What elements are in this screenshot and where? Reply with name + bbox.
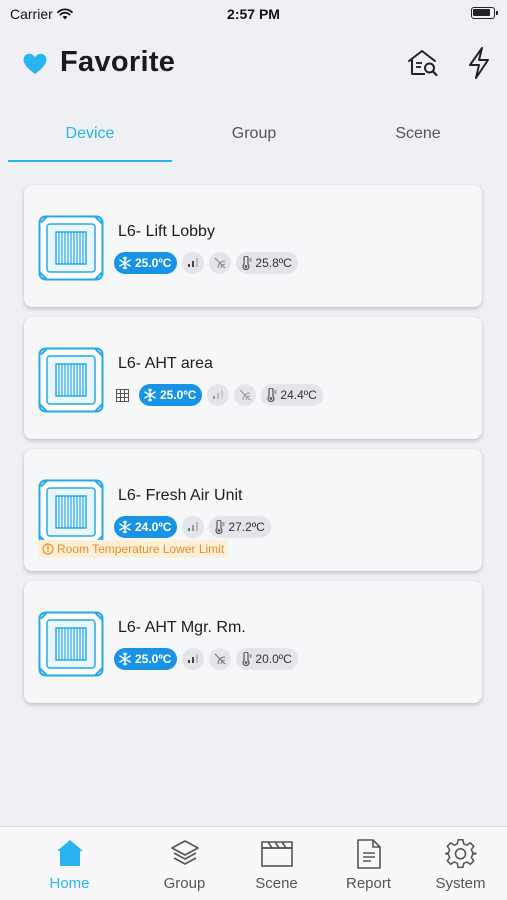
fan-speed-icon [213, 390, 224, 399]
fan-speed-chip [182, 252, 205, 274]
thermometer-icon [242, 652, 252, 666]
gear-icon [444, 838, 477, 869]
bottom-nav: Home Group Scene Report System [0, 826, 507, 900]
device-status-chips: 24.0ºC 27.2ºC [114, 515, 271, 539]
cassette-ac-icon [38, 215, 104, 281]
fan-speed-chip [182, 648, 205, 670]
snowflake-icon [119, 256, 131, 270]
room-temp-value: 27.2ºC [228, 520, 265, 534]
heart-icon [23, 53, 47, 74]
nav-home-label: Home [49, 875, 90, 892]
page-title: Favorite [60, 46, 176, 78]
house-search-icon [408, 50, 438, 77]
tab-device[interactable]: Device [8, 112, 172, 156]
grid-icon [114, 387, 130, 403]
nav-scene-label: Scene [255, 875, 298, 892]
room-temp-chip: 20.0ºC [236, 648, 298, 670]
status-time: 2:57 PM [227, 6, 280, 22]
fan-speed-icon [188, 522, 199, 531]
setpoint-value: 25.0ºC [135, 652, 172, 666]
device-card[interactable]: L6- Fresh Air Unit 24.0ºC 27.2ºC Room Te… [24, 449, 482, 571]
cassette-ac-icon [38, 479, 104, 545]
house-search-button[interactable] [404, 44, 442, 82]
status-bar: Carrier 2:57 PM [0, 0, 507, 28]
swing-chip [234, 384, 257, 406]
thermometer-icon [267, 388, 277, 402]
home-icon [56, 840, 83, 866]
layers-icon [170, 840, 199, 865]
device-status-chips: 25.0ºC 24.4ºC [114, 383, 323, 407]
swing-icon [214, 653, 226, 665]
alarm-badge: Room Temperature Lower Limit [38, 540, 229, 558]
room-temp-chip: 27.2ºC [209, 516, 271, 538]
device-status-chips: 25.0ºC 25.8ºC [114, 251, 298, 275]
swing-icon [239, 389, 251, 401]
snowflake-icon [119, 652, 131, 666]
nav-report[interactable]: Report [318, 827, 419, 900]
device-status-chips: 25.0ºC 20.0ºC [114, 647, 298, 671]
tab-scene[interactable]: Scene [336, 112, 500, 156]
snowflake-icon [119, 520, 131, 534]
room-temp-value: 24.4ºC [280, 388, 317, 402]
swing-icon [214, 257, 226, 269]
lightning-button[interactable] [460, 44, 498, 82]
battery-icon [471, 7, 498, 19]
setpoint-chip: 24.0ºC [114, 516, 178, 538]
tab-bar: Device Group Scene [8, 112, 500, 164]
cassette-ac-icon [38, 347, 104, 413]
nav-scene[interactable]: Scene [226, 827, 327, 900]
alarm-text: Room Temperature Lower Limit [57, 542, 225, 556]
swing-chip [209, 648, 232, 670]
fan-speed-icon [188, 654, 199, 663]
device-name: L6- AHT area [118, 355, 213, 372]
room-temp-chip: 24.4ºC [261, 384, 323, 406]
nav-system[interactable]: System [410, 827, 507, 900]
fan-speed-chip [207, 384, 230, 406]
device-name: L6- Fresh Air Unit [118, 487, 243, 504]
nav-home[interactable]: Home [19, 827, 120, 900]
thermometer-icon [242, 256, 252, 270]
device-card[interactable]: L6- Lift Lobby 25.0ºC 25.8ºC [24, 185, 482, 307]
room-temp-chip: 25.8ºC [236, 252, 298, 274]
thermometer-icon [215, 520, 225, 534]
swing-chip [209, 252, 232, 274]
setpoint-value: 24.0ºC [135, 520, 172, 534]
setpoint-chip: 25.0ºC [139, 384, 203, 406]
warning-icon [42, 543, 54, 555]
device-card[interactable]: L6- AHT Mgr. Rm. 25.0ºC 20.0ºC [24, 581, 482, 703]
setpoint-value: 25.0ºC [160, 388, 197, 402]
nav-group[interactable]: Group [134, 827, 235, 900]
clapperboard-icon [260, 841, 293, 867]
setpoint-value: 25.0ºC [135, 256, 172, 270]
nav-group-label: Group [163, 875, 206, 892]
active-tab-indicator [8, 160, 172, 162]
setpoint-chip: 25.0ºC [114, 252, 178, 274]
nav-report-label: Report [345, 875, 392, 892]
fan-speed-chip [182, 516, 205, 538]
room-temp-value: 25.8ºC [255, 256, 292, 270]
room-temp-value: 20.0ºC [255, 652, 292, 666]
device-card[interactable]: L6- AHT area 25.0ºC 24.4ºC [24, 317, 482, 439]
page-header: Favorite [0, 40, 507, 88]
nav-system-label: System [435, 875, 486, 892]
tab-group[interactable]: Group [172, 112, 336, 156]
lightning-icon [469, 47, 489, 79]
setpoint-chip: 25.0ºC [114, 648, 178, 670]
snowflake-icon [144, 388, 156, 402]
device-name: L6- AHT Mgr. Rm. [118, 619, 246, 636]
document-icon [356, 839, 381, 869]
device-name: L6- Lift Lobby [118, 223, 215, 240]
cassette-ac-icon [38, 611, 104, 677]
fan-speed-icon [188, 258, 199, 267]
